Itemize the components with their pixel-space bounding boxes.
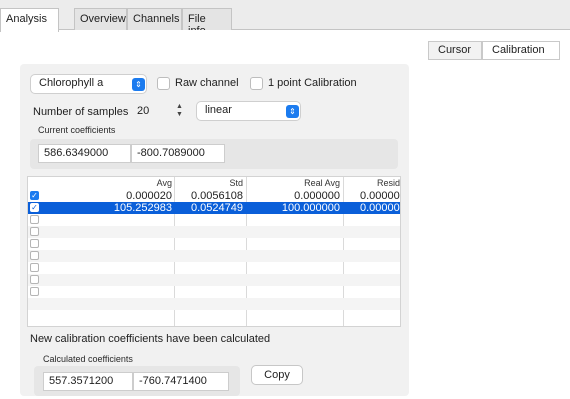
row-checkbox[interactable]: [30, 239, 39, 248]
cell-residual: 0.0000000: [360, 202, 400, 214]
table-row[interactable]: [28, 214, 400, 226]
column-header-avg[interactable]: Avg: [88, 177, 172, 189]
one-point-calibration-label: 1 point Calibration: [268, 77, 357, 89]
tab-overview[interactable]: Overview: [74, 8, 127, 31]
cell-std: 0.0524749: [191, 202, 243, 214]
copy-button[interactable]: Copy: [251, 365, 303, 385]
tab-file-info[interactable]: File info: [182, 8, 232, 37]
table-row[interactable]: [28, 274, 400, 286]
tab-label: Channels: [133, 13, 180, 25]
samples-label: Number of samples: [33, 106, 129, 118]
table-row[interactable]: ✓ 105.252983 0.0524749 100.000000 0.0000…: [28, 202, 400, 214]
row-checkbox[interactable]: ✓: [30, 203, 39, 212]
column-header-real-avg[interactable]: Real Avg: [248, 177, 340, 189]
cell-std: 0.0056108: [191, 190, 243, 202]
calculated-coefficients-title: Calculated coefficients: [43, 354, 133, 364]
table-row[interactable]: [28, 226, 400, 238]
row-checkbox[interactable]: [30, 263, 39, 272]
table-header: Avg Std Real Avg Residual: [28, 177, 400, 189]
cell-residual: 0.0000000: [360, 190, 400, 202]
raw-channel-checkbox[interactable]: [157, 77, 170, 90]
row-checkbox[interactable]: [30, 227, 39, 236]
channel-select[interactable]: Chlorophyll a: [30, 74, 147, 94]
one-point-calibration-checkbox[interactable]: [250, 77, 263, 90]
row-checkbox[interactable]: [30, 251, 39, 260]
table-row[interactable]: [28, 238, 400, 250]
current-coefficients-title: Current coefficients: [38, 125, 116, 135]
status-message: New calibration coefficients have been c…: [30, 333, 271, 345]
table-row: [28, 310, 400, 322]
segment-label: Cursor: [438, 44, 472, 56]
table-row[interactable]: [28, 286, 400, 298]
tab-analysis[interactable]: Analysis: [0, 8, 59, 32]
table-row: [28, 298, 400, 310]
current-coefficient-a[interactable]: 586.6349000: [38, 144, 131, 163]
segment-calibration[interactable]: Calibration: [482, 41, 560, 60]
cell-avg: 0.000020: [126, 190, 172, 202]
row-checkbox[interactable]: [30, 287, 39, 296]
samples-input[interactable]: 20: [132, 103, 162, 122]
chevron-updown-icon: ⇕: [132, 78, 145, 91]
table-row[interactable]: [28, 262, 400, 274]
row-checkbox[interactable]: [30, 215, 39, 224]
calculated-coefficient-b[interactable]: -760.7471400: [133, 372, 229, 391]
fit-select-value: linear: [205, 104, 232, 116]
row-checkbox[interactable]: [30, 275, 39, 284]
chevron-updown-icon: ⇕: [286, 105, 299, 118]
table-row[interactable]: [28, 250, 400, 262]
tab-label: Overview: [80, 13, 126, 25]
raw-channel-label: Raw channel: [175, 77, 239, 89]
tab-channels[interactable]: Channels: [127, 8, 182, 31]
column-header-residual[interactable]: Residual: [345, 177, 400, 189]
segment-cursor[interactable]: Cursor: [428, 41, 482, 60]
tab-label: Analysis: [6, 13, 47, 25]
row-checkbox[interactable]: ✓: [30, 191, 39, 200]
column-header-std[interactable]: Std: [176, 177, 243, 189]
calculated-coefficient-a[interactable]: 557.3571200: [43, 372, 133, 391]
segment-label: Calibration: [492, 44, 545, 56]
cell-avg: 105.252983: [113, 202, 172, 214]
calibration-table[interactable]: Avg Std Real Avg Residual ✓ 0.000020 0.0…: [27, 176, 401, 327]
table-row[interactable]: ✓ 0.000020 0.0056108 0.000000 0.0000000: [28, 190, 400, 202]
cell-real-avg[interactable]: 100.000000: [248, 202, 340, 214]
channel-select-value: Chlorophyll a: [39, 77, 104, 89]
stepper-icon[interactable]: ▲ ▼: [174, 103, 185, 122]
cell-real-avg[interactable]: 0.000000: [248, 190, 340, 202]
current-coefficient-b[interactable]: -800.7089000: [131, 144, 225, 163]
